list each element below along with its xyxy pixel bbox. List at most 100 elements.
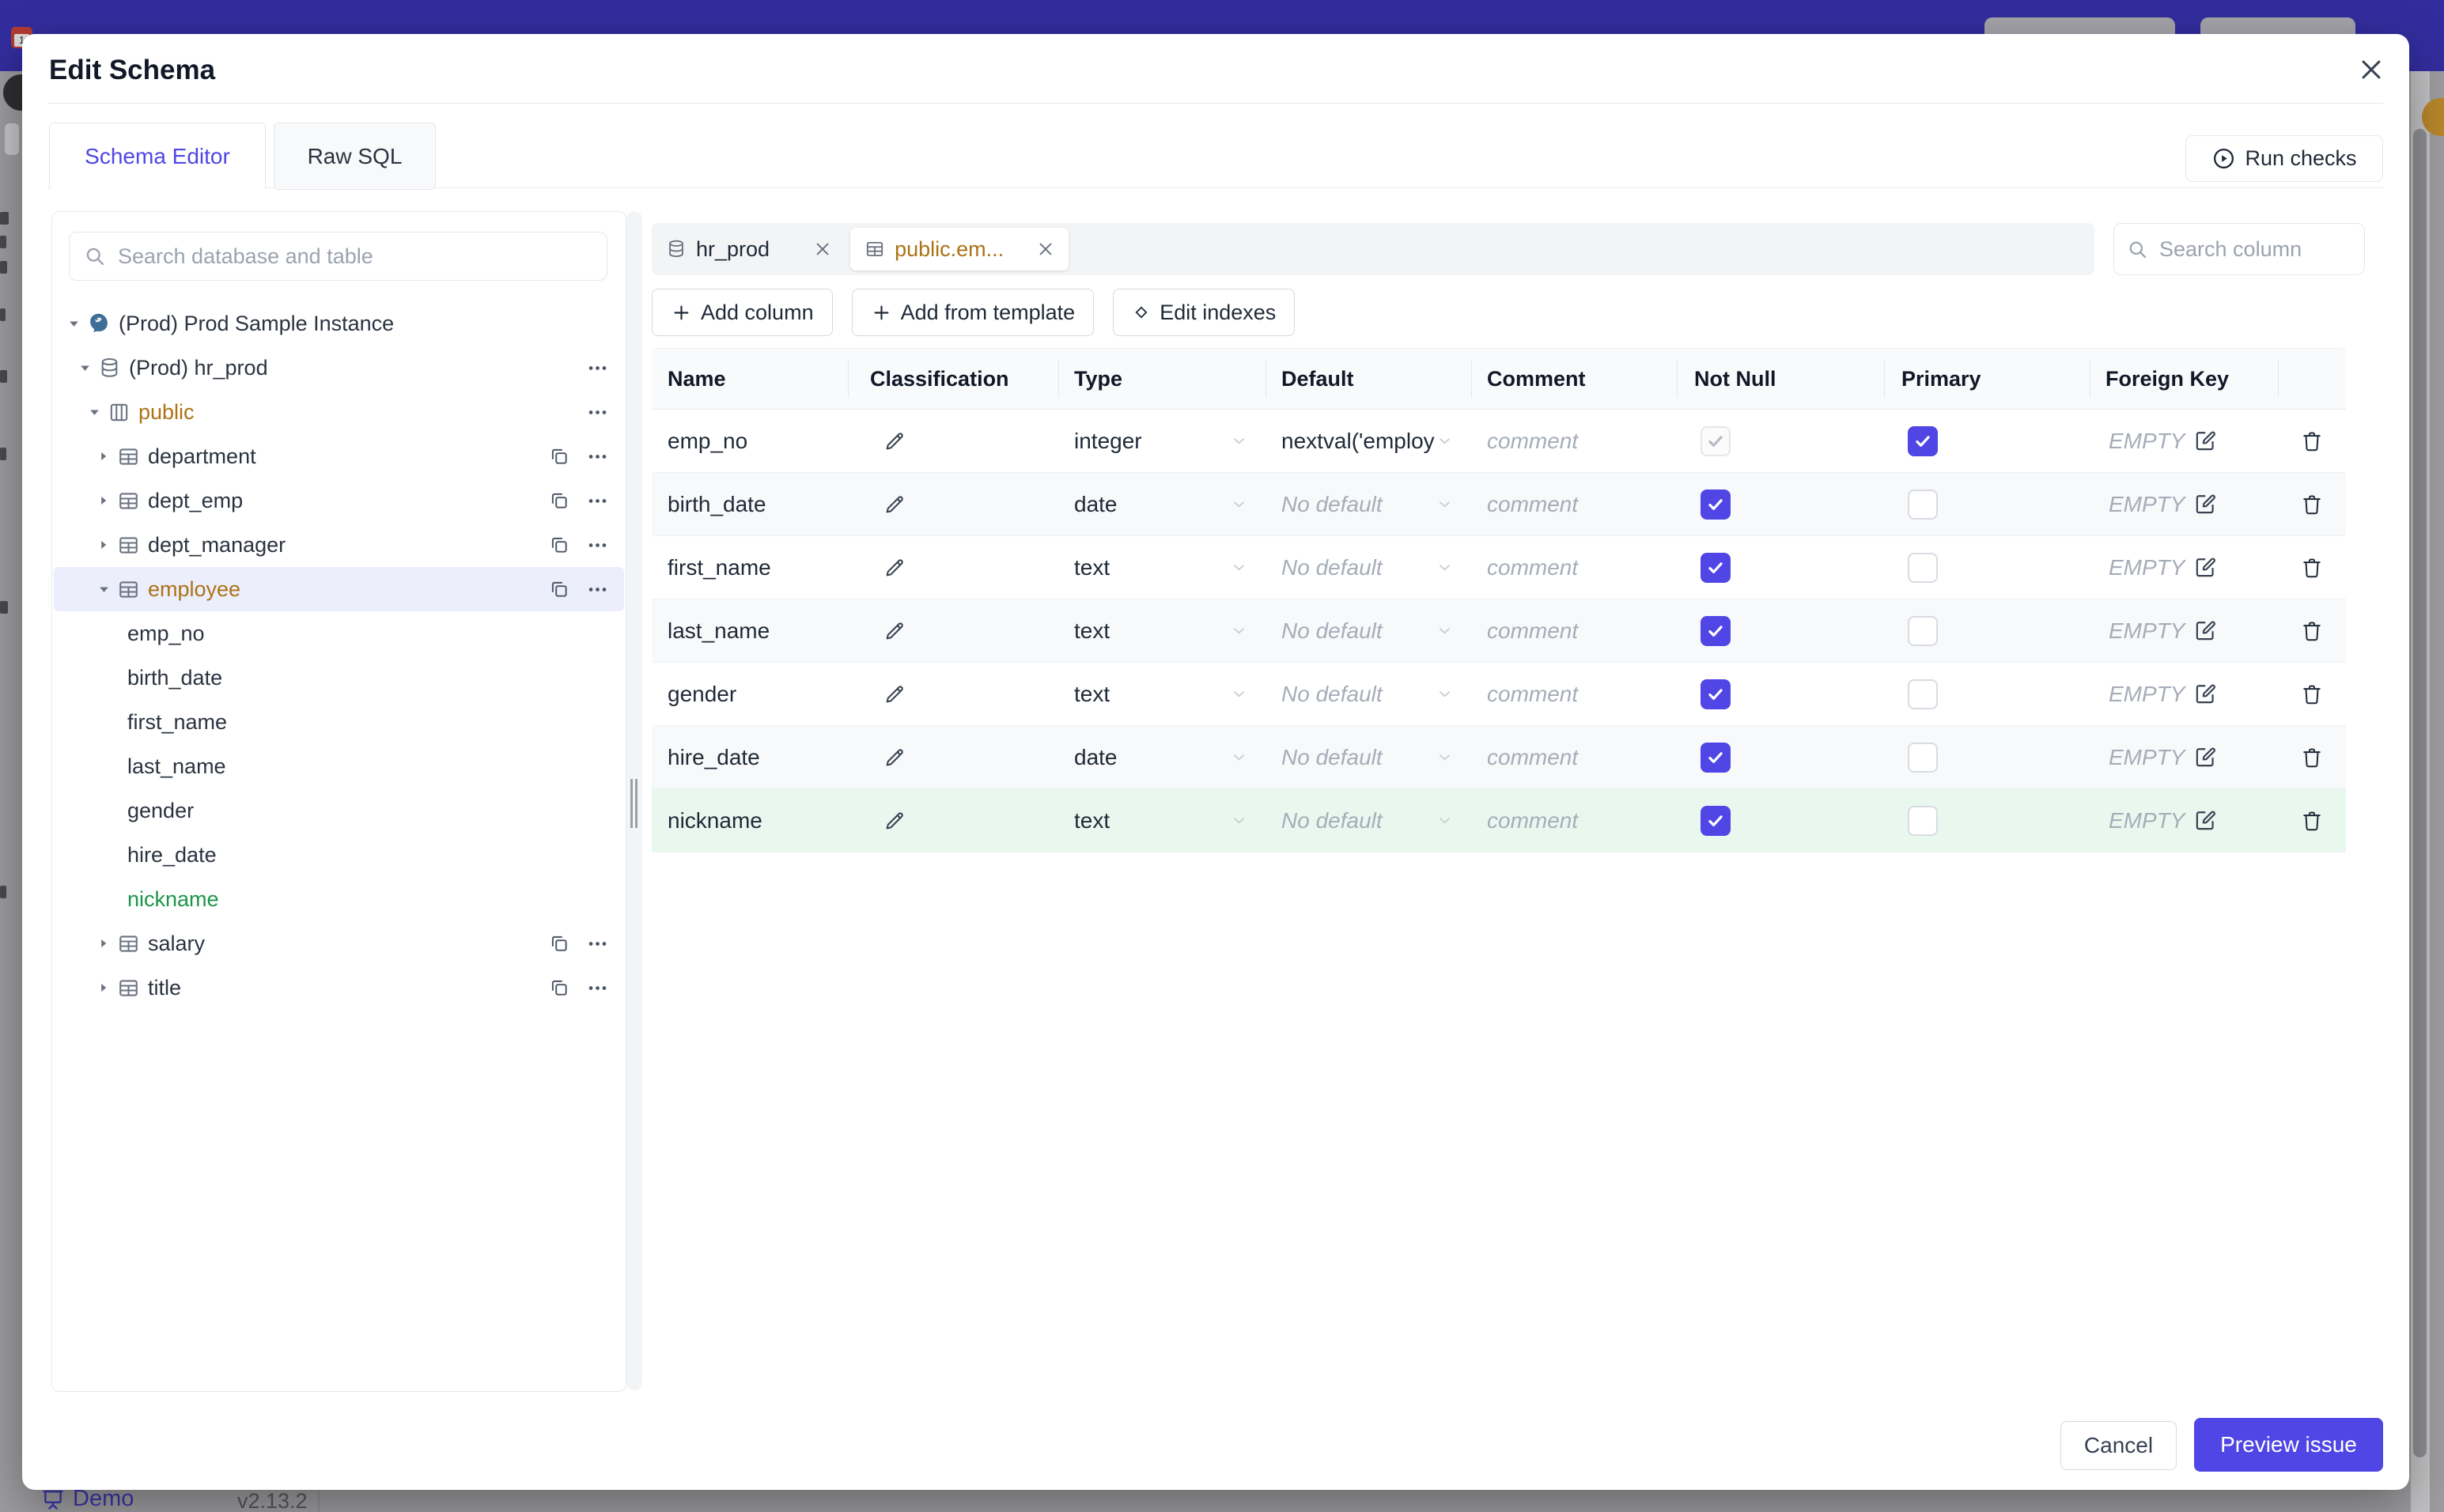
not-null-checkbox[interactable]	[1701, 679, 1731, 709]
more-menu-icon[interactable]	[587, 933, 608, 954]
edit-indexes-button[interactable]: Edit indexes	[1113, 289, 1296, 336]
comment-field[interactable]: comment	[1471, 599, 1677, 662]
default-select[interactable]: No default	[1266, 536, 1471, 599]
column-search-input[interactable]	[2158, 236, 2351, 263]
comment-field[interactable]: comment	[1471, 536, 1677, 599]
tree-search-input[interactable]	[116, 243, 592, 270]
copy-icon[interactable]	[549, 535, 569, 555]
type-select[interactable]: integer	[1058, 410, 1266, 472]
type-select[interactable]: text	[1058, 536, 1266, 599]
caret-down-icon[interactable]	[93, 583, 114, 596]
tab-raw-sql[interactable]: Raw SQL	[274, 123, 436, 190]
column-name-cell[interactable]: gender	[652, 663, 848, 725]
more-menu-icon[interactable]	[587, 402, 608, 423]
close-tab-icon[interactable]	[814, 240, 831, 258]
classification-pencil-icon[interactable]	[883, 429, 906, 453]
background-scrollbar-thumb[interactable]	[2413, 129, 2427, 1457]
type-select[interactable]: text	[1058, 789, 1266, 852]
more-menu-icon[interactable]	[587, 490, 608, 512]
edit-foreign-key-icon[interactable]	[2194, 556, 2217, 579]
classification-pencil-icon[interactable]	[883, 682, 906, 706]
caret-down-icon[interactable]	[84, 406, 104, 419]
run-checks-button[interactable]: Run checks	[2185, 135, 2383, 182]
not-null-checkbox[interactable]	[1701, 742, 1731, 773]
edit-foreign-key-icon[interactable]	[2194, 429, 2217, 452]
close-button[interactable]	[2352, 51, 2390, 89]
tree-item-database-hr-prod[interactable]: (Prod) hr_prod	[54, 346, 624, 390]
caret-down-icon[interactable]	[74, 361, 95, 375]
classification-pencil-icon[interactable]	[883, 746, 906, 769]
delete-column-icon[interactable]	[2300, 556, 2324, 580]
tree-item-table-salary[interactable]: salary	[54, 921, 624, 966]
close-tab-icon[interactable]	[1037, 240, 1054, 258]
type-select[interactable]: text	[1058, 599, 1266, 662]
caret-right-icon[interactable]	[93, 494, 114, 507]
classification-pencil-icon[interactable]	[883, 493, 906, 516]
column-name-cell[interactable]: first_name	[652, 536, 848, 599]
tree-item-column-hire-date[interactable]: hire_date	[54, 833, 624, 877]
default-select[interactable]: No default	[1266, 789, 1471, 852]
type-select[interactable]: date	[1058, 473, 1266, 535]
tree-item-column-birth-date[interactable]: birth_date	[54, 656, 624, 700]
caret-down-icon[interactable]	[63, 317, 84, 331]
not-null-checkbox[interactable]	[1701, 425, 1731, 456]
default-select[interactable]: nextval('employ	[1266, 410, 1471, 472]
tree-item-table-department[interactable]: department	[54, 434, 624, 478]
primary-checkbox[interactable]	[1908, 679, 1938, 709]
primary-checkbox[interactable]	[1908, 615, 1938, 646]
more-menu-icon[interactable]	[587, 977, 608, 999]
tree-item-column-last-name[interactable]: last_name	[54, 744, 624, 788]
not-null-checkbox[interactable]	[1701, 489, 1731, 520]
copy-icon[interactable]	[549, 977, 569, 998]
more-menu-icon[interactable]	[587, 357, 608, 379]
tree-item-table-dept-manager[interactable]: dept_manager	[54, 523, 624, 567]
delete-column-icon[interactable]	[2300, 809, 2324, 833]
tree-item-table-title[interactable]: title	[54, 966, 624, 1010]
comment-field[interactable]: comment	[1471, 789, 1677, 852]
primary-checkbox[interactable]	[1908, 805, 1938, 836]
default-select[interactable]: No default	[1266, 599, 1471, 662]
delete-column-icon[interactable]	[2300, 746, 2324, 769]
tab-chip-public-employee[interactable]: public.em...	[850, 228, 1069, 270]
comment-field[interactable]: comment	[1471, 473, 1677, 535]
delete-column-icon[interactable]	[2300, 619, 2324, 643]
tree-item-column-gender[interactable]: gender	[54, 788, 624, 833]
tree-item-schema-public[interactable]: public	[54, 390, 624, 434]
comment-field[interactable]: comment	[1471, 410, 1677, 472]
caret-right-icon[interactable]	[93, 539, 114, 551]
not-null-checkbox[interactable]	[1701, 615, 1731, 646]
column-name-cell[interactable]: hire_date	[652, 726, 848, 788]
default-select[interactable]: No default	[1266, 663, 1471, 725]
more-menu-icon[interactable]	[587, 535, 608, 556]
edit-foreign-key-icon[interactable]	[2194, 746, 2217, 769]
comment-field[interactable]: comment	[1471, 726, 1677, 788]
tree-item-column-first-name[interactable]: first_name	[54, 700, 624, 744]
type-select[interactable]: text	[1058, 663, 1266, 725]
caret-right-icon[interactable]	[93, 450, 114, 463]
delete-column-icon[interactable]	[2300, 493, 2324, 516]
delete-column-icon[interactable]	[2300, 682, 2324, 706]
copy-icon[interactable]	[549, 490, 569, 511]
classification-pencil-icon[interactable]	[883, 556, 906, 580]
add-from-template-button[interactable]: Add from template	[851, 289, 1095, 336]
column-name-cell[interactable]: nickname	[652, 789, 848, 852]
default-select[interactable]: No default	[1266, 473, 1471, 535]
edit-foreign-key-icon[interactable]	[2194, 682, 2217, 705]
more-menu-icon[interactable]	[587, 446, 608, 467]
copy-icon[interactable]	[549, 579, 569, 599]
caret-right-icon[interactable]	[93, 937, 114, 950]
edit-foreign-key-icon[interactable]	[2194, 619, 2217, 642]
tree-item-table-dept-emp[interactable]: dept_emp	[54, 478, 624, 523]
not-null-checkbox[interactable]	[1701, 552, 1731, 583]
primary-checkbox[interactable]	[1908, 742, 1938, 773]
classification-pencil-icon[interactable]	[883, 619, 906, 643]
comment-field[interactable]: comment	[1471, 663, 1677, 725]
tab-chip-hr-prod[interactable]: hr_prod	[652, 237, 846, 262]
primary-checkbox[interactable]	[1908, 489, 1938, 520]
tree-item-table-employee[interactable]: employee	[54, 567, 624, 611]
copy-icon[interactable]	[549, 933, 569, 954]
column-name-cell[interactable]: birth_date	[652, 473, 848, 535]
cancel-button[interactable]: Cancel	[2060, 1421, 2177, 1470]
preview-issue-button[interactable]: Preview issue	[2194, 1418, 2383, 1472]
primary-checkbox[interactable]	[1908, 552, 1938, 583]
